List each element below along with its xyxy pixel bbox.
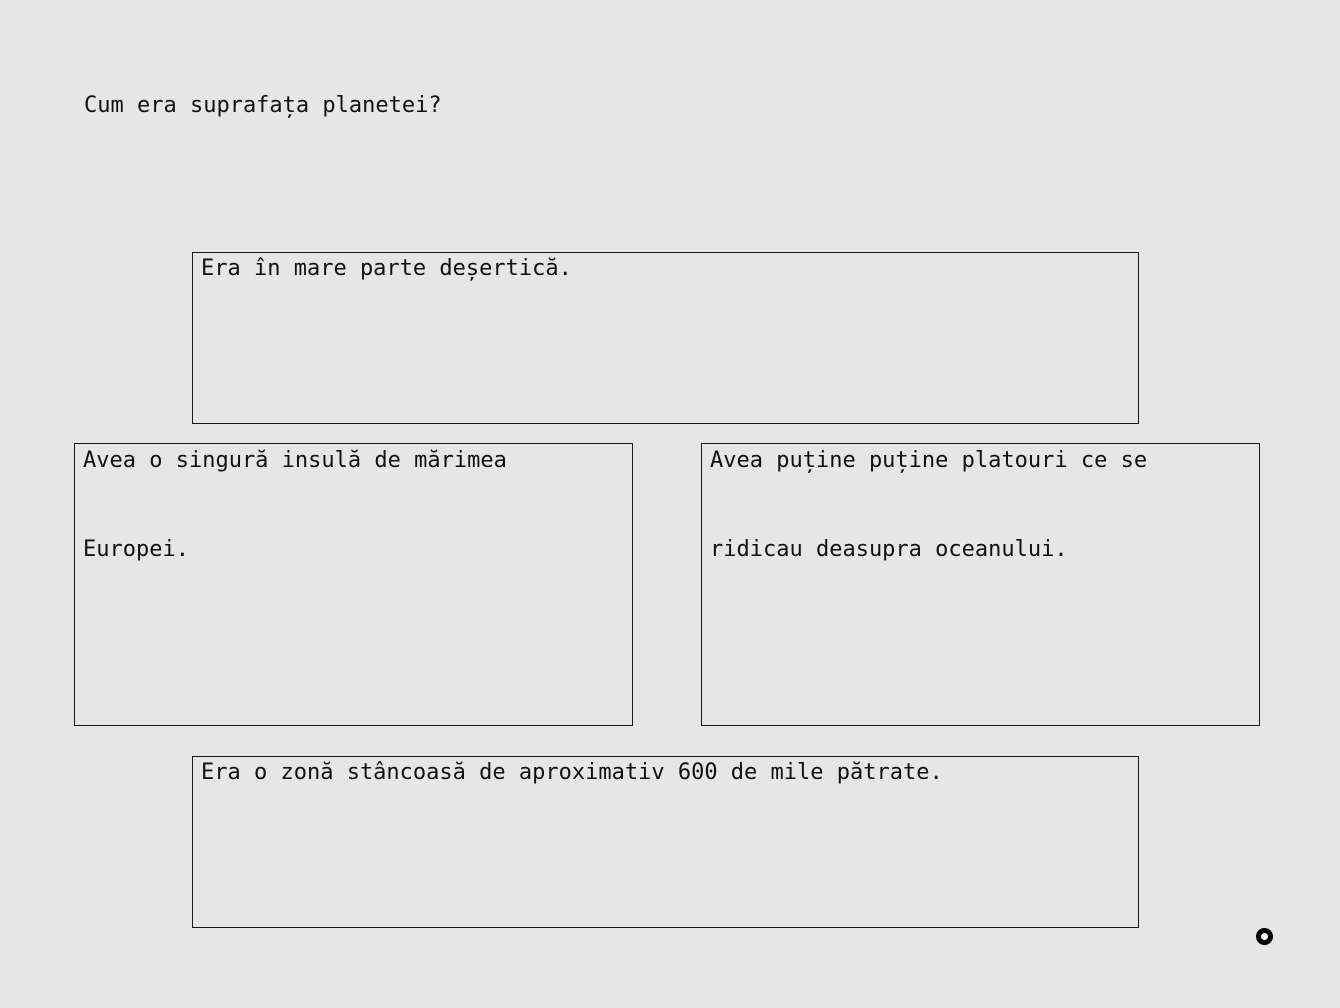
answer-option-3-label: Avea puține puține platouri ce se ridica… <box>710 448 1161 562</box>
answer-option-4-label: Era o zonă stâncoasă de aproximativ 600 … <box>201 760 943 785</box>
answer-option-1[interactable]: Era în mare parte deșertică. <box>192 252 1139 424</box>
question-text: Cum era suprafața planetei? <box>84 93 442 118</box>
cursor-ring-icon <box>1256 928 1273 945</box>
answer-option-3[interactable]: Avea puține puține platouri ce se ridica… <box>701 443 1260 726</box>
answer-option-2-label: Avea o singură insulă de mărimea Europei… <box>83 448 521 562</box>
answer-option-1-label: Era în mare parte deșertică. <box>201 256 572 281</box>
answer-option-4[interactable]: Era o zonă stâncoasă de aproximativ 600 … <box>192 756 1139 928</box>
answer-option-2[interactable]: Avea o singură insulă de mărimea Europei… <box>74 443 633 726</box>
